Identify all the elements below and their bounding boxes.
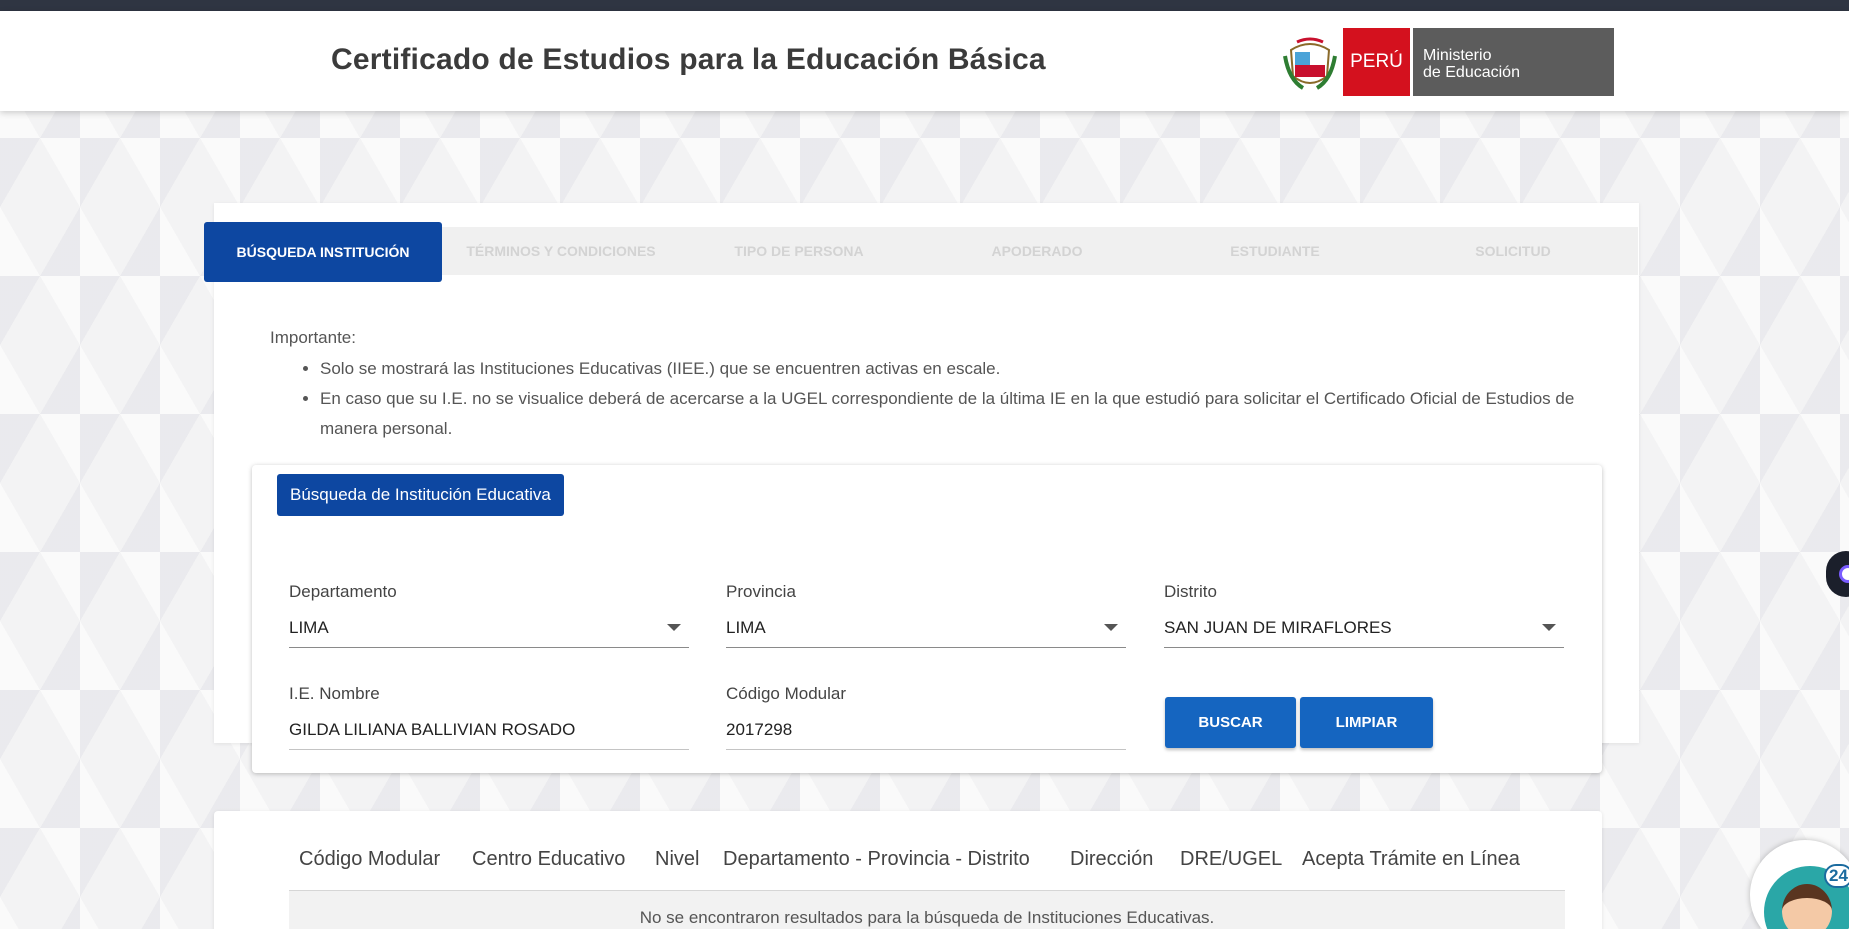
buscar-button[interactable]: BUSCAR	[1165, 697, 1296, 748]
departamento-value[interactable]: LIMA	[289, 616, 689, 648]
step-estudiante[interactable]: ESTUDIANTE	[1156, 227, 1394, 275]
column-header[interactable]: Departamento - Provincia - Distrito	[723, 848, 1030, 871]
column-header[interactable]: Nivel	[655, 848, 699, 871]
distrito-select[interactable]: Distrito SAN JUAN DE MIRAFLORES	[1164, 582, 1564, 648]
distrito-label: Distrito	[1164, 582, 1217, 601]
provincia-label: Provincia	[726, 582, 796, 601]
column-header[interactable]: DRE/UGEL	[1180, 848, 1282, 871]
stepper: BÚSQUEDA INSTITUCIÓN TÉRMINOS Y CONDICIO…	[204, 222, 1638, 282]
chat-badge: 24	[1824, 864, 1849, 888]
site-header: Certificado de Estudios para la Educació…	[0, 11, 1849, 111]
step-tipo-persona[interactable]: TIPO DE PERSONA	[680, 227, 918, 275]
results-table-header: Código Modular Centro Educativo Nivel De…	[289, 843, 1565, 891]
departamento-select[interactable]: Departamento LIMA	[289, 582, 689, 648]
distrito-value[interactable]: SAN JUAN DE MIRAFLORES	[1164, 616, 1564, 648]
step-apoderado[interactable]: APODERADO	[918, 227, 1156, 275]
distrito-selected: SAN JUAN DE MIRAFLORES	[1164, 618, 1392, 637]
accessibility-eye-icon	[1839, 565, 1849, 583]
dropdown-caret-icon	[667, 624, 681, 631]
logo-ministry: Ministerio de Educación	[1413, 28, 1614, 96]
column-header[interactable]: Código Modular	[299, 848, 440, 871]
step-terminos-condiciones[interactable]: TÉRMINOS Y CONDICIONES	[442, 227, 680, 275]
minedu-logo[interactable]: PERÚ Ministerio de Educación	[1283, 28, 1614, 96]
logo-ministry-line2: de Educación	[1423, 64, 1520, 81]
chat-avatar	[1782, 884, 1832, 929]
column-header[interactable]: Dirección	[1070, 848, 1153, 871]
search-card: Búsqueda de Institución Educativa Depart…	[252, 465, 1602, 773]
codigo-modular-label: Código Modular	[726, 684, 847, 703]
codigo-modular-field: Código Modular 2017298	[726, 684, 1126, 750]
dropdown-caret-icon	[1542, 624, 1556, 631]
top-bar	[0, 0, 1849, 11]
notice-heading: Importante:	[270, 328, 356, 347]
provincia-select[interactable]: Provincia LIMA	[726, 582, 1126, 648]
provincia-value[interactable]: LIMA	[726, 616, 1126, 648]
notice-item: Solo se mostrará las Instituciones Educa…	[320, 354, 1580, 384]
departamento-label: Departamento	[289, 582, 397, 601]
step-solicitud[interactable]: SOLICITUD	[1394, 227, 1632, 275]
logo-ministry-line1: Ministerio	[1423, 47, 1492, 64]
peru-coat-of-arms-icon	[1283, 37, 1337, 90]
notice-item: En caso que su I.E. no se visualice debe…	[320, 384, 1580, 444]
page-title: Certificado de Estudios para la Educació…	[331, 43, 1046, 76]
step-busqueda-institucion[interactable]: BÚSQUEDA INSTITUCIÓN	[204, 222, 442, 282]
results-empty-message: No se encontraron resultados para la bús…	[289, 891, 1565, 929]
ie-nombre-label: I.E. Nombre	[289, 684, 380, 703]
column-header[interactable]: Acepta Trámite en Línea	[1302, 848, 1520, 871]
provincia-selected: LIMA	[726, 618, 766, 637]
ie-nombre-field: I.E. Nombre GILDA LILIANA BALLIVIAN ROSA…	[289, 684, 689, 750]
codigo-modular-input[interactable]: 2017298	[726, 718, 1126, 750]
accessibility-widget[interactable]	[1826, 551, 1849, 597]
search-section-label: Búsqueda de Institución Educativa	[277, 474, 564, 516]
important-notice: Importante: Solo se mostrará las Institu…	[270, 328, 1580, 444]
dropdown-caret-icon	[1104, 624, 1118, 631]
ie-nombre-input[interactable]: GILDA LILIANA BALLIVIAN ROSADO	[289, 718, 689, 750]
limpiar-button[interactable]: LIMPIAR	[1300, 697, 1433, 748]
notice-list: Solo se mostrará las Instituciones Educa…	[320, 354, 1580, 444]
departamento-selected: LIMA	[289, 618, 329, 637]
column-header[interactable]: Centro Educativo	[472, 848, 625, 871]
logo-peru: PERÚ	[1343, 28, 1410, 96]
chat-assistant-widget[interactable]: 24	[1750, 840, 1849, 929]
